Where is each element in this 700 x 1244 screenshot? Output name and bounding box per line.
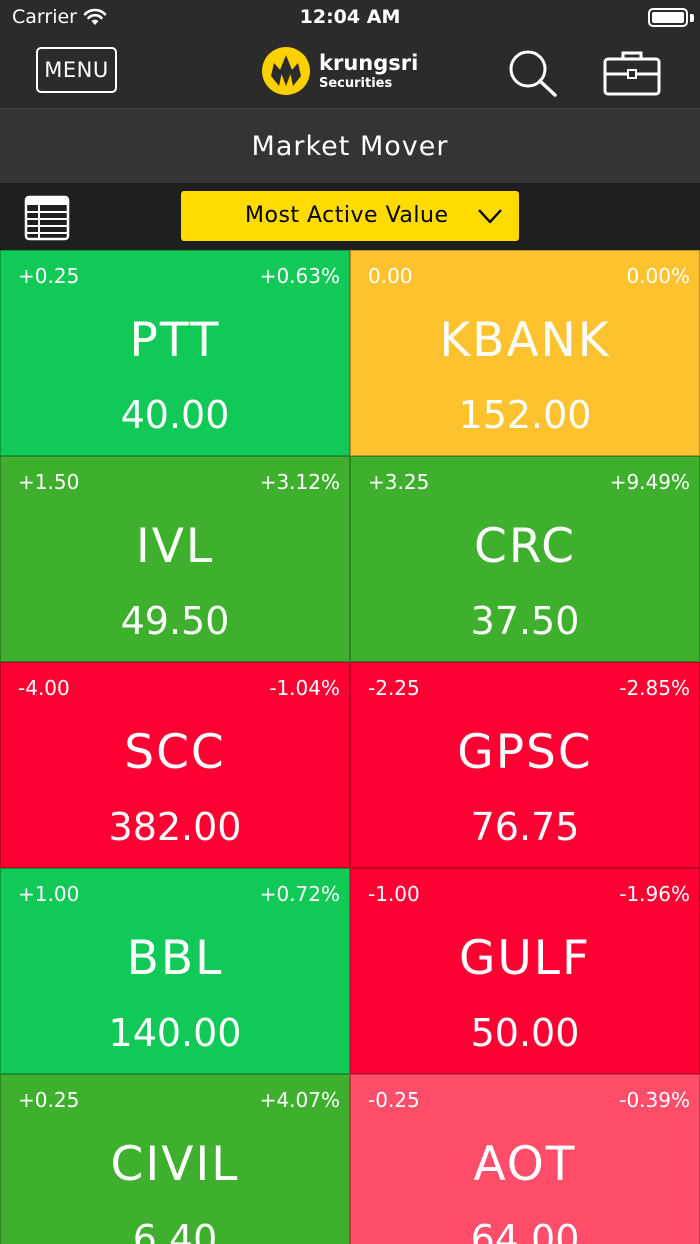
percent-change: -2.85% [619,676,690,700]
table-view-icon[interactable] [24,195,70,241]
price-change: +0.25 [18,1088,80,1112]
last-price: 382.00 [108,805,242,849]
stock-symbol: GULF [458,931,592,986]
last-price: 37.50 [470,599,580,643]
price-change: -1.00 [368,882,420,906]
percent-change: -0.39% [619,1088,690,1112]
stock-symbol: PTT [129,313,221,368]
stock-symbol: GPSC [457,725,593,780]
stock-tile[interactable]: -0.25 -0.39% AOT 64.00 [350,1074,700,1244]
price-change: +1.50 [18,470,80,494]
percent-change: 0.00% [626,264,690,288]
stock-tile[interactable]: +1.50 +3.12% IVL 49.50 [0,456,350,662]
percent-change: +0.63% [259,264,340,288]
logo-subtitle: Securities [319,75,393,91]
last-price: 50.00 [470,1011,580,1055]
price-change: +0.25 [18,264,80,288]
krungsri-logo: krungsri Securities [261,46,418,96]
stock-symbol: KBANK [439,313,611,368]
stock-tile[interactable]: +0.25 +4.07% CIVIL 6.40 [0,1074,350,1244]
dropdown-selected-value: Most Active Value [245,203,449,228]
last-price: 76.75 [470,805,580,849]
price-change: +3.25 [368,470,430,494]
last-price: 140.00 [108,1011,242,1055]
app-header: MENU krungsri Securities [0,36,700,108]
last-price: 6.40 [132,1217,218,1244]
percent-change: +4.07% [259,1088,340,1112]
search-icon[interactable] [506,48,558,98]
stock-tile[interactable]: 0.00 0.00% KBANK 152.00 [350,250,700,456]
stock-symbol: BBL [126,931,224,986]
percent-change: +9.49% [609,470,690,494]
menu-button[interactable]: MENU [36,47,117,93]
title-bar: Market Mover [0,108,700,183]
price-change: +1.00 [18,882,80,906]
last-price: 64.00 [470,1217,580,1244]
price-change: -2.25 [368,676,420,700]
logo-brand: krungsri [319,50,419,75]
stock-tile[interactable]: +0.25 +0.63% PTT 40.00 [0,250,350,456]
percent-change: -1.04% [269,676,340,700]
stock-tile[interactable]: +3.25 +9.49% CRC 37.50 [350,456,700,662]
battery-icon [648,8,688,27]
stock-tile[interactable]: +1.00 +0.72% BBL 140.00 [0,868,350,1074]
stock-symbol: IVL [135,519,215,574]
percent-change: -1.96% [619,882,690,906]
price-change: 0.00 [368,264,413,288]
stock-symbol: CRC [474,519,576,574]
stock-tile[interactable]: -2.25 -2.85% GPSC 76.75 [350,662,700,868]
percent-change: +0.72% [259,882,340,906]
page-title: Market Mover [251,131,449,162]
status-bar: Carrier 12:04 AM [0,0,700,36]
market-mover-filter-dropdown[interactable]: Most Active Value [181,191,519,241]
last-price: 152.00 [458,393,592,437]
stock-tile[interactable]: -1.00 -1.96% GULF 50.00 [350,868,700,1074]
stock-tile[interactable]: -4.00 -1.04% SCC 382.00 [0,662,350,868]
krungsri-logo-icon [262,47,310,95]
chevron-down-icon [478,209,502,224]
price-change: -4.00 [18,676,70,700]
market-mover-grid: +0.25 +0.63% PTT 40.00 0.00 0.00% KBANK … [0,250,700,1244]
status-time: 12:04 AM [299,6,401,28]
briefcase-icon[interactable] [603,50,661,96]
filter-bar: Most Active Value [0,183,700,250]
stock-symbol: AOT [473,1137,577,1192]
stock-symbol: CIVIL [110,1137,240,1192]
battery-nub [690,14,694,22]
stock-symbol: SCC [124,725,226,780]
last-price: 49.50 [120,599,230,643]
price-change: -0.25 [368,1088,420,1112]
percent-change: +3.12% [259,470,340,494]
last-price: 40.00 [120,393,230,437]
